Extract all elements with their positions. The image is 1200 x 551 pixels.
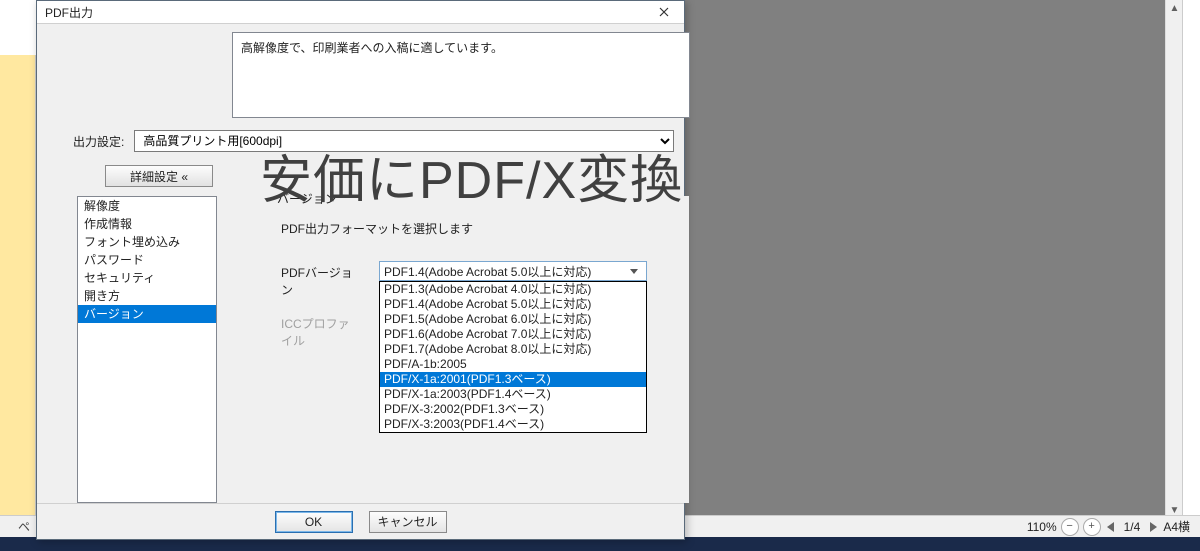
version-panel: バージョン PDF出力フォーマットを選択します PDFバージョン PDF1.4(… [233, 196, 689, 503]
sidebar-item-security[interactable]: セキュリティ [78, 269, 216, 287]
paper-size: A4横 [1163, 518, 1190, 535]
output-setting-select[interactable]: 高品質プリント用[600dpi] [134, 130, 674, 152]
cancel-button-label: キャンセル [377, 513, 437, 530]
sidebar-item-open-options[interactable]: 開き方 [78, 287, 216, 305]
ok-button-label: OK [305, 515, 322, 529]
dropdown-item-selected[interactable]: PDF/X-1a:2001(PDF1.3ベース) [380, 372, 646, 387]
dialog-footer: OK キャンセル [37, 503, 684, 539]
prev-page-icon[interactable] [1107, 522, 1114, 532]
cancel-button[interactable]: キャンセル [369, 511, 447, 533]
dialog-title: PDF出力 [45, 4, 93, 21]
pdf-version-combo[interactable]: PDF1.4(Adobe Acrobat 5.0以上に対応) PDF1.3(Ad… [379, 261, 647, 281]
ok-button[interactable]: OK [275, 511, 353, 533]
pdf-version-dropdown[interactable]: PDF1.3(Adobe Acrobat 4.0以上に対応) PDF1.4(Ad… [379, 281, 647, 433]
dropdown-item[interactable]: PDF/X-1a:2003(PDF1.4ベース) [380, 387, 646, 402]
sidebar-item-version[interactable]: バージョン [78, 305, 216, 323]
vertical-scrollbar[interactable]: ▲ ▼ [1165, 0, 1182, 519]
next-page-icon[interactable] [1150, 522, 1157, 532]
detail-button-label: 詳細設定 « [130, 168, 188, 185]
output-setting-row: 出力設定: 高品質プリント用[600dpi] [73, 130, 674, 152]
output-setting-label: 出力設定: [73, 133, 124, 150]
close-button[interactable] [644, 1, 684, 24]
sidebar-item-meta[interactable]: 作成情報 [78, 215, 216, 233]
dropdown-item[interactable]: PDF1.4(Adobe Acrobat 5.0以上に対応) [380, 297, 646, 312]
zoom-in-button[interactable]: + [1083, 518, 1101, 536]
scroll-up-icon[interactable]: ▲ [1166, 0, 1183, 17]
zoom-out-button[interactable]: − [1061, 518, 1079, 536]
category-sidebar[interactable]: 解像度 作成情報 フォント埋め込み パスワード セキュリティ 開き方 バージョン [77, 196, 217, 503]
sidebar-item-password[interactable]: パスワード [78, 251, 216, 269]
pdf-version-value[interactable]: PDF1.4(Adobe Acrobat 5.0以上に対応) [379, 261, 647, 281]
dialog-titlebar[interactable]: PDF出力 [37, 1, 684, 24]
panel-legend: バージョン [273, 190, 341, 207]
chevron-down-icon [626, 262, 642, 280]
icc-profile-label: ICCプロファイル [281, 312, 361, 349]
zoom-value: 110% [1027, 520, 1057, 534]
pdf-version-label: PDFバージョン [281, 261, 361, 298]
pdf-version-selected-text: PDF1.4(Adobe Acrobat 5.0以上に対応) [384, 263, 591, 280]
dialog-body: 高解像度で、印刷業者への入稿に適しています。 出力設定: 高品質プリント用[60… [37, 24, 684, 503]
dropdown-item[interactable]: PDF/X-3:2002(PDF1.3ベース) [380, 402, 646, 417]
dropdown-item[interactable]: PDF/X-3:2003(PDF1.4ベース) [380, 417, 646, 432]
right-gutter [1182, 0, 1200, 519]
dropdown-item[interactable]: PDF1.5(Adobe Acrobat 6.0以上に対応) [380, 312, 646, 327]
status-left-text: ペ [10, 518, 30, 535]
description-text: 高解像度で、印刷業者への入稿に適しています。 [241, 41, 503, 55]
dropdown-item[interactable]: PDF/A-1b:2005 [380, 357, 646, 372]
sidebar-item-resolution[interactable]: 解像度 [78, 197, 216, 215]
detail-toggle-button[interactable]: 詳細設定 « [105, 165, 213, 187]
pdf-export-dialog: PDF出力 高解像度で、印刷業者への入稿に適しています。 出力設定: 高品質プリ… [36, 0, 685, 540]
description-box: 高解像度で、印刷業者への入稿に適しています。 [232, 32, 690, 118]
left-strip-top [0, 0, 36, 55]
left-thumbnail-strip [0, 0, 36, 519]
dropdown-item[interactable]: PDF1.7(Adobe Acrobat 8.0以上に対応) [380, 342, 646, 357]
page-count: 1/4 [1120, 520, 1145, 534]
pdf-version-row: PDFバージョン PDF1.4(Adobe Acrobat 5.0以上に対応) … [281, 261, 689, 298]
panel-subtitle: PDF出力フォーマットを選択します [281, 220, 689, 237]
close-icon [659, 7, 669, 17]
dropdown-item[interactable]: PDF1.3(Adobe Acrobat 4.0以上に対応) [380, 282, 646, 297]
sidebar-item-font-embed[interactable]: フォント埋め込み [78, 233, 216, 251]
dropdown-item[interactable]: PDF1.6(Adobe Acrobat 7.0以上に対応) [380, 327, 646, 342]
